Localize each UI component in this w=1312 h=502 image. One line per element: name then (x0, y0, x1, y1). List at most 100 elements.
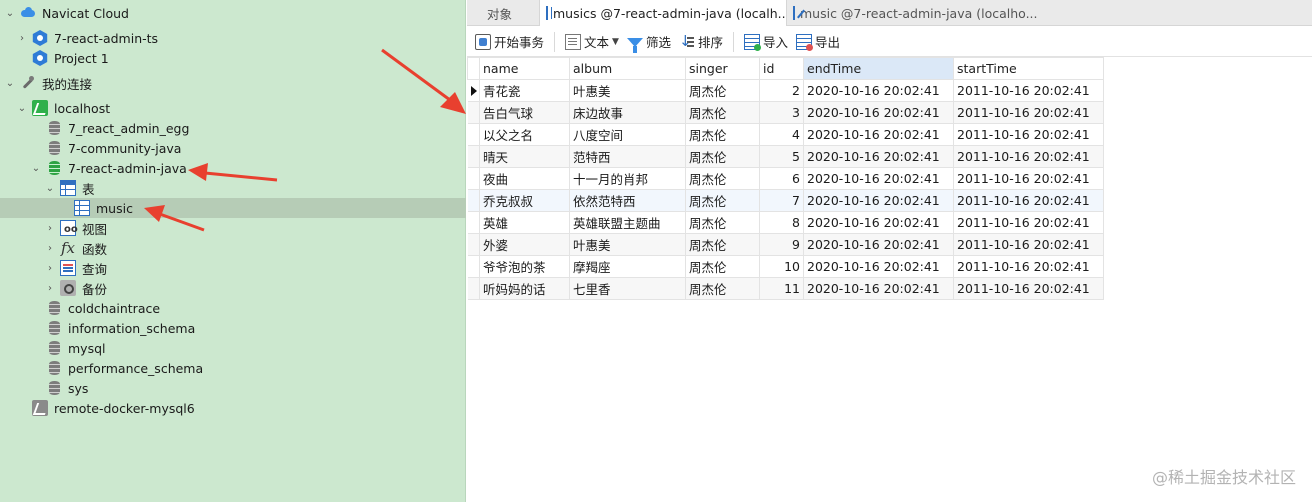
cell-id[interactable]: 7 (759, 189, 804, 212)
cell-album[interactable]: 叶惠美 (569, 233, 686, 256)
row-indicator[interactable] (467, 123, 480, 146)
cell-id[interactable]: 5 (759, 145, 804, 168)
chevron-down-icon[interactable]: ⌄ (44, 182, 56, 194)
chevron-right-icon[interactable]: › (44, 222, 56, 234)
table-row[interactable]: 夜曲 十一月的肖邦 周杰伦 6 2020-10-16 20:02:41 2011-10-1… (467, 167, 1104, 190)
cell-starttime[interactable]: 2011-10-16 20:02:41 (953, 123, 1104, 146)
chevron-down-icon[interactable]: ▼ (612, 37, 619, 47)
tree-item-remote-docker-mysql6[interactable]: remote-docker-mysql6 (0, 398, 466, 418)
cell-endtime[interactable]: 2020-10-16 20:02:41 (803, 211, 954, 234)
row-indicator[interactable] (467, 79, 480, 102)
cell-singer[interactable]: 周杰伦 (685, 255, 760, 278)
tree-item-views[interactable]: › 视图 (0, 218, 466, 238)
cell-endtime[interactable]: 2020-10-16 20:02:41 (803, 255, 954, 278)
cell-id[interactable]: 10 (759, 255, 804, 278)
cell-id[interactable]: 3 (759, 101, 804, 124)
tree-item-db-performance-schema[interactable]: performance_schema (0, 358, 466, 378)
table-row[interactable]: 以父之名 八度空间 周杰伦 4 2020-10-16 20:02:41 2011-10-1… (467, 123, 1104, 146)
cell-starttime[interactable]: 2011-10-16 20:02:41 (953, 233, 1104, 256)
cell-name[interactable]: 告白气球 (479, 101, 570, 124)
cell-singer[interactable]: 周杰伦 (685, 277, 760, 300)
row-indicator[interactable] (467, 145, 480, 168)
table-row[interactable]: 英雄 英雄联盟主题曲 周杰伦 8 2020-10-16 20:02:41 2011-10-… (467, 211, 1104, 234)
chevron-down-icon[interactable]: ⌄ (4, 7, 16, 19)
cell-starttime[interactable]: 2011-10-16 20:02:41 (953, 167, 1104, 190)
cell-album[interactable]: 依然范特西 (569, 189, 686, 212)
tree-item-project-1[interactable]: Project 1 (0, 48, 466, 68)
cell-id[interactable]: 9 (759, 233, 804, 256)
tree-item-db-7-react-admin-egg[interactable]: 7_react_admin_egg (0, 118, 466, 138)
cell-album[interactable]: 八度空间 (569, 123, 686, 146)
row-indicator[interactable] (467, 233, 480, 256)
table-row[interactable]: 听妈妈的话 七里香 周杰伦 11 2020-10-16 20:02:41 2011-10-… (467, 277, 1104, 300)
table-row[interactable]: 爷爷泡的茶 摩羯座 周杰伦 10 2020-10-16 20:02:41 2011-10-… (467, 255, 1104, 278)
cell-endtime[interactable]: 2020-10-16 20:02:41 (803, 167, 954, 190)
table-row[interactable]: 晴天 范特西 周杰伦 5 2020-10-16 20:02:41 2011-10-16 2… (467, 145, 1104, 168)
cell-album[interactable]: 叶惠美 (569, 79, 686, 102)
tree-item-localhost[interactable]: ⌄ localhost (0, 98, 466, 118)
tab-music-design[interactable]: music @7-react-admin-java (localho... (787, 0, 1039, 26)
cell-endtime[interactable]: 2020-10-16 20:02:41 (803, 189, 954, 212)
chevron-down-icon[interactable]: ⌄ (30, 162, 42, 174)
tree-item-db-7-community-java[interactable]: 7-community-java (0, 138, 466, 158)
cell-endtime[interactable]: 2020-10-16 20:02:41 (803, 123, 954, 146)
cell-endtime[interactable]: 2020-10-16 20:02:41 (803, 145, 954, 168)
column-header-album[interactable]: album (569, 57, 686, 80)
tree-item-db-information-schema[interactable]: information_schema (0, 318, 466, 338)
table-row[interactable]: 告白气球 床边故事 周杰伦 3 2020-10-16 20:02:41 2011-10-1… (467, 101, 1104, 124)
cell-name[interactable]: 以父之名 (479, 123, 570, 146)
tree-item-db-coldchaintrace[interactable]: coldchaintrace (0, 298, 466, 318)
row-indicator[interactable] (467, 277, 480, 300)
column-header-endtime[interactable]: endTime (803, 57, 954, 80)
cell-name[interactable]: 爷爷泡的茶 (479, 255, 570, 278)
import-button[interactable]: 导入 (740, 30, 792, 54)
cell-album[interactable]: 七里香 (569, 277, 686, 300)
cell-name[interactable]: 外婆 (479, 233, 570, 256)
cell-album[interactable]: 摩羯座 (569, 255, 686, 278)
cell-singer[interactable]: 周杰伦 (685, 189, 760, 212)
row-indicator[interactable] (467, 255, 480, 278)
sort-button[interactable]: 排序 (675, 30, 727, 54)
cell-starttime[interactable]: 2011-10-16 20:02:41 (953, 145, 1104, 168)
table-row[interactable]: 乔克叔叔 依然范特西 周杰伦 7 2020-10-16 20:02:41 2011-10-… (467, 189, 1104, 212)
column-header-id[interactable]: id (759, 57, 804, 80)
tree-item-backups[interactable]: › 备份 (0, 278, 466, 298)
cell-name[interactable]: 晴天 (479, 145, 570, 168)
cell-id[interactable]: 6 (759, 167, 804, 190)
cell-endtime[interactable]: 2020-10-16 20:02:41 (803, 277, 954, 300)
cell-singer[interactable]: 周杰伦 (685, 233, 760, 256)
cell-album[interactable]: 十一月的肖邦 (569, 167, 686, 190)
tree-item-functions[interactable]: › fx 函数 (0, 238, 466, 258)
cell-singer[interactable]: 周杰伦 (685, 123, 760, 146)
cell-starttime[interactable]: 2011-10-16 20:02:41 (953, 101, 1104, 124)
chevron-down-icon[interactable]: ⌄ (4, 77, 16, 89)
cell-album[interactable]: 范特西 (569, 145, 686, 168)
cell-name[interactable]: 英雄 (479, 211, 570, 234)
cell-id[interactable]: 8 (759, 211, 804, 234)
chevron-right-icon[interactable]: › (44, 242, 56, 254)
cell-name[interactable]: 听妈妈的话 (479, 277, 570, 300)
cell-name[interactable]: 乔克叔叔 (479, 189, 570, 212)
cell-endtime[interactable]: 2020-10-16 20:02:41 (803, 79, 954, 102)
row-indicator[interactable] (467, 189, 480, 212)
cell-starttime[interactable]: 2011-10-16 20:02:41 (953, 211, 1104, 234)
table-row[interactable]: 青花瓷 叶惠美 周杰伦 2 2020-10-16 20:02:41 2011-10-16 … (467, 79, 1104, 102)
cell-singer[interactable]: 周杰伦 (685, 211, 760, 234)
tree-item-project-7-react-admin-ts[interactable]: › 7-react-admin-ts (0, 28, 466, 48)
table-row[interactable]: 外婆 叶惠美 周杰伦 9 2020-10-16 20:02:41 2011-10-16 2… (467, 233, 1104, 256)
cell-id[interactable]: 2 (759, 79, 804, 102)
export-button[interactable]: 导出 (792, 30, 844, 54)
tree-item-queries[interactable]: › 查询 (0, 258, 466, 278)
chevron-down-icon[interactable]: ⌄ (16, 102, 28, 114)
tree-item-db-mysql[interactable]: mysql (0, 338, 466, 358)
column-header-singer[interactable]: singer (685, 57, 760, 80)
row-indicator[interactable] (467, 101, 480, 124)
cell-starttime[interactable]: 2011-10-16 20:02:41 (953, 255, 1104, 278)
tab-musics-data[interactable]: musics @7-react-admin-java (localh... (539, 0, 787, 26)
filter-button[interactable]: 筛选 (623, 30, 675, 54)
row-indicator[interactable] (467, 167, 480, 190)
cell-endtime[interactable]: 2020-10-16 20:02:41 (803, 101, 954, 124)
begin-transaction-button[interactable]: 开始事务 (471, 30, 548, 54)
cell-singer[interactable]: 周杰伦 (685, 79, 760, 102)
cell-id[interactable]: 4 (759, 123, 804, 146)
